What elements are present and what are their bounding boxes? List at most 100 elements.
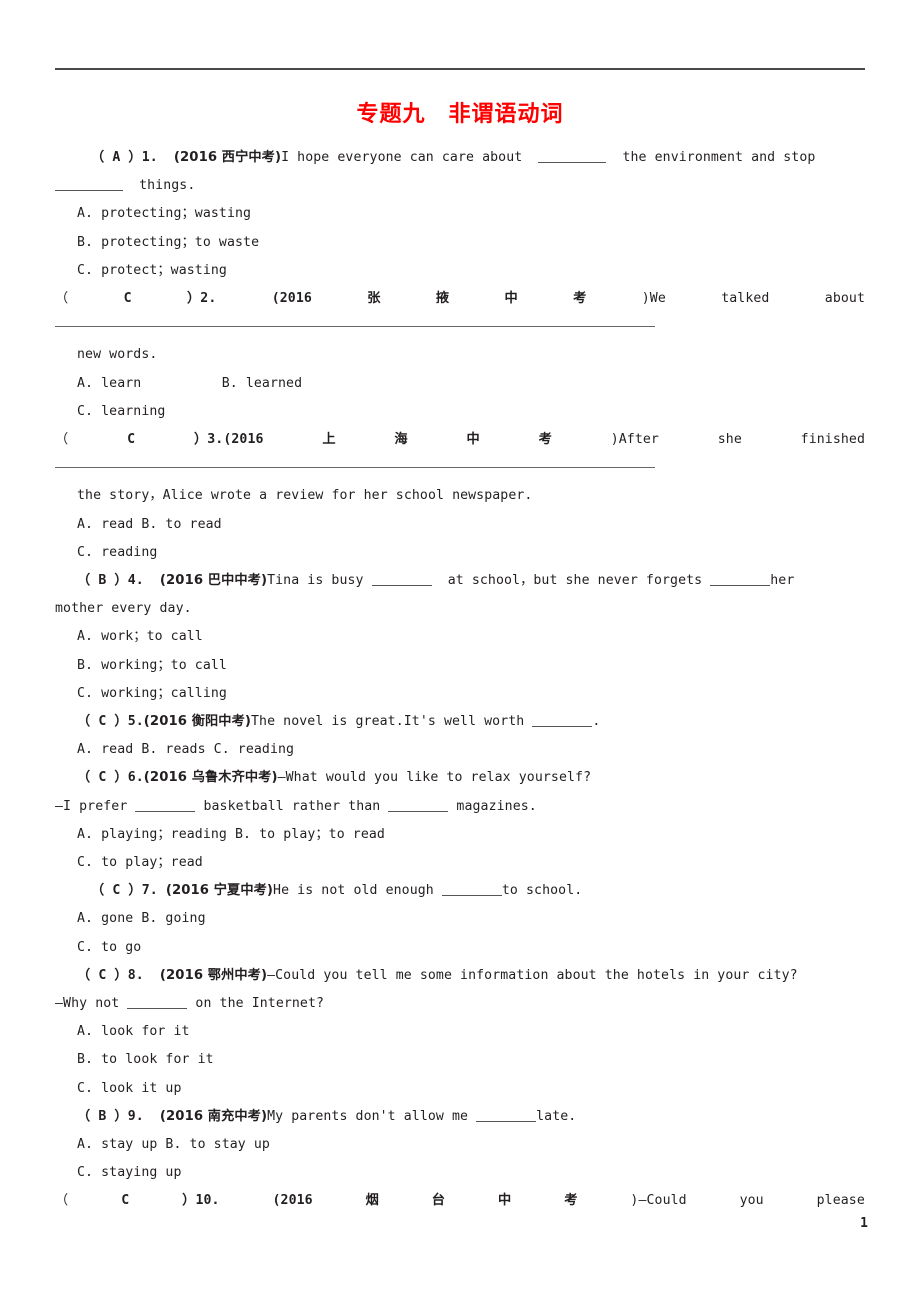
question-3-source-cn-4: 考	[538, 432, 552, 448]
question-4-option-c[interactable]: C. working；calling	[55, 680, 865, 708]
question-2-word-2: about	[824, 291, 865, 307]
question-4-text-a: Tina is busy	[267, 573, 364, 589]
question-3-blank-1[interactable]	[55, 454, 655, 469]
question-8-text: —Could you tell me some information abou…	[267, 967, 798, 983]
question-1-stem-line-1: （ A ）1. (2016 西宁中考)I hope everyone can c…	[55, 144, 865, 172]
question-4-blank-1[interactable]	[371, 574, 432, 587]
question-10-source-close: )—Could	[630, 1193, 687, 1209]
question-9-blank-1[interactable]	[476, 1110, 537, 1122]
question-4-stem-line-1: （ B ）4. (2016 巴中中考)Tina is busy at schoo…	[55, 567, 865, 595]
question-3-paren-open: （	[55, 432, 69, 448]
question-5-text-tail: .	[592, 714, 601, 730]
page-number: 1	[860, 1216, 868, 1231]
question-3-stem-line-1: （ C ）3.(2016 上 海 中 考 )After she finished	[55, 426, 865, 454]
question-2-option-b[interactable]: B. learned	[222, 376, 302, 391]
exercise-body: （ A ）1. (2016 西宁中考)I hope everyone can c…	[55, 144, 865, 1216]
question-7-option-c[interactable]: C. to go	[55, 934, 865, 962]
question-6-blank-2[interactable]	[388, 800, 449, 812]
question-9-source: (2016 南充中考)	[159, 1108, 268, 1124]
question-8-blank-1[interactable]	[127, 997, 188, 1010]
question-6-number: 6.	[127, 770, 144, 786]
question-7-text-b: to school.	[501, 883, 583, 899]
question-8-number: 8.	[127, 967, 144, 983]
question-2-paren-open: （	[55, 291, 69, 307]
question-7-blank-1[interactable]	[441, 884, 502, 897]
question-10-source-cn-4: 考	[564, 1193, 578, 1209]
question-4-answer-bracket: （ B ）	[77, 573, 128, 589]
question-1-stem-line-2: things.	[55, 172, 865, 200]
question-3-blank-rule-line	[55, 454, 865, 482]
question-1-blank-1[interactable]	[538, 151, 607, 163]
question-9-option-ab[interactable]: A. stay up B. to stay up	[55, 1131, 865, 1159]
document-page: 专题九 非谓语动词 （ A ）1. (2016 西宁中考)I hope ever…	[0, 0, 920, 1303]
question-1-text-c: things.	[139, 178, 196, 194]
question-10-answer: C	[121, 1193, 130, 1209]
question-6-source: (2016 乌鲁木齐中考)	[143, 770, 278, 786]
question-8-answer-bracket: （ C ）	[77, 967, 128, 983]
question-6-blank-1[interactable]	[135, 800, 196, 812]
question-4-number: 4.	[127, 573, 144, 589]
question-1-source: (2016 西宁中考)	[173, 150, 282, 165]
question-7-number: 7.	[141, 883, 158, 899]
question-6-option-c[interactable]: C. to play；read	[55, 849, 865, 877]
question-2-source-cn-3: 中	[504, 291, 518, 307]
question-4-blank-2[interactable]	[710, 574, 771, 587]
question-4-text-b: at school，but she never forgets	[447, 573, 703, 589]
question-8-option-a[interactable]: A. look for it	[55, 1018, 865, 1046]
question-1-number: 1.	[141, 150, 158, 165]
question-2-option-a[interactable]: A. learn	[77, 376, 141, 391]
question-10-source-cn-2: 台	[431, 1193, 446, 1209]
question-5-text: The novel is great.It's well worth	[251, 714, 525, 730]
question-4-source: (2016 巴中中考)	[159, 573, 268, 589]
question-1-answer-bracket: （ A ）	[91, 150, 142, 165]
question-3-source-cn-2: 海	[394, 432, 408, 448]
question-2-blank-rule-line	[55, 313, 865, 341]
question-6-text-b: basketball rather than	[203, 798, 381, 814]
question-2-word-1: talked	[721, 291, 770, 307]
question-4-option-a[interactable]: A. work；to call	[55, 623, 865, 651]
question-10-word-2: please	[816, 1193, 865, 1209]
question-1-text-a: I hope everyone can care about	[281, 150, 523, 165]
question-3-answer: C	[127, 432, 136, 448]
question-2-source-close: )We	[641, 291, 666, 307]
page-title: 专题九 非谓语动词	[356, 102, 564, 127]
question-6-option-ab[interactable]: A. playing；reading B. to play；to read	[55, 821, 865, 849]
question-2-blank-1[interactable]	[55, 313, 655, 328]
question-8-stem-line-1: （ C ）8. (2016 鄂州中考)—Could you tell me so…	[55, 962, 865, 990]
question-7-option-ab[interactable]: A. gone B. going	[55, 905, 865, 933]
question-10-word-1: you	[739, 1193, 764, 1209]
question-3-option-ab[interactable]: A. read B. to read	[55, 511, 865, 539]
question-8-option-b[interactable]: B. to look for it	[55, 1046, 865, 1074]
question-6-answer-bracket: （ C ）	[77, 770, 128, 786]
question-1-option-a[interactable]: A. protecting；wasting	[55, 200, 865, 228]
question-2-source-cn-4: 考	[573, 291, 587, 307]
question-2-options-row-1: A. learn B. learned	[55, 370, 865, 398]
question-6-text-c: magazines.	[456, 798, 537, 814]
question-4-option-b[interactable]: B. working；to call	[55, 652, 865, 680]
question-3-number-group: ）3.(2016	[193, 432, 264, 448]
question-2-number-group: ）2.	[187, 291, 217, 307]
question-5-stem: （ C ）5.(2016 衡阳中考)The novel is great.It'…	[55, 708, 865, 736]
question-5-blank-1[interactable]	[532, 715, 593, 728]
question-8-option-c[interactable]: C. look it up	[55, 1075, 865, 1103]
question-2-answer: C	[123, 291, 132, 307]
question-3-word-1: she	[717, 432, 742, 448]
question-7-source: (2016 宁夏中考)	[165, 883, 274, 899]
question-3-option-c[interactable]: C. reading	[55, 539, 865, 567]
question-3-source-close: )After	[610, 432, 659, 448]
question-1-option-c[interactable]: C. protect；wasting	[55, 257, 865, 285]
question-9-answer-bracket: （ B ）	[77, 1108, 128, 1124]
question-1-option-b[interactable]: B. protecting；to waste	[55, 229, 865, 257]
question-9-option-c[interactable]: C. staying up	[55, 1159, 865, 1187]
question-2-option-c[interactable]: C. learning	[55, 398, 865, 426]
question-7-text-a: He is not old enough	[273, 883, 434, 899]
question-5-options-row[interactable]: A. read B. reads C. reading	[55, 736, 865, 764]
question-6-stem-line-1: （ C ）6.(2016 乌鲁木齐中考)—What would you like…	[55, 764, 865, 792]
question-8-stem-line-2: —Why not on the Internet?	[55, 990, 865, 1018]
question-10-paren-open: （	[55, 1193, 69, 1209]
question-3-word-2: finished	[800, 432, 865, 448]
question-1-blank-2[interactable]	[55, 179, 123, 192]
question-9-number: 9.	[127, 1108, 144, 1124]
question-2-stem-line-2: new words.	[77, 347, 158, 363]
question-10-source-cn-1: 烟	[365, 1193, 379, 1209]
